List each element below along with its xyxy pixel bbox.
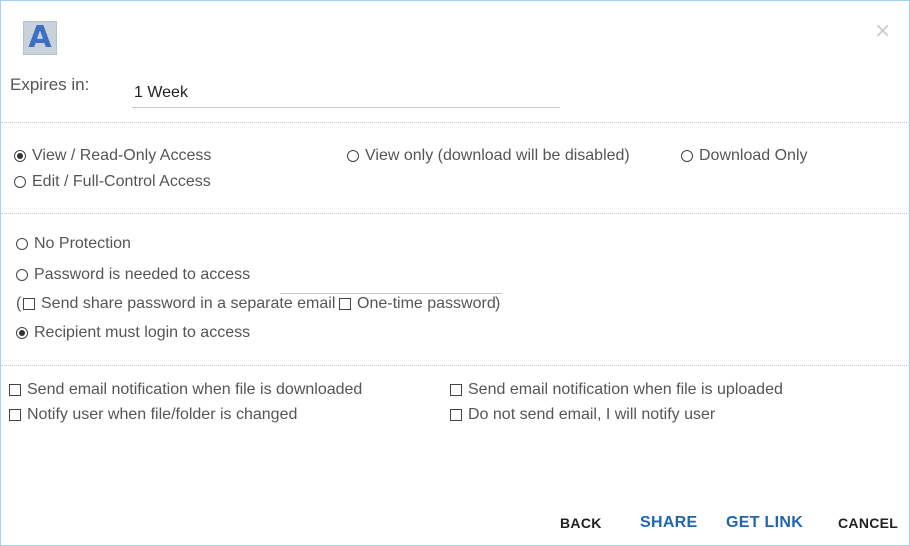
radio-label: No Protection xyxy=(34,235,131,252)
checkbox-label: Send email notification when file is upl… xyxy=(468,381,783,398)
radio-password-needed[interactable]: Password is needed to access xyxy=(16,266,250,284)
share-dialog: A × Expires in: View / Read-Only Access … xyxy=(0,0,910,546)
checkbox-no-email[interactable]: Do not send email, I will notify user xyxy=(450,406,715,424)
expires-label: Expires in: xyxy=(10,75,90,94)
checkbox-icon xyxy=(9,384,21,396)
radio-recipient-login[interactable]: Recipient must login to access xyxy=(16,324,250,342)
radio-label: View only (download will be disabled) xyxy=(365,147,630,164)
expires-input[interactable] xyxy=(132,79,560,108)
radio-view-read-only[interactable]: View / Read-Only Access xyxy=(14,147,211,165)
radio-label: Edit / Full-Control Access xyxy=(32,173,211,190)
checkbox-icon xyxy=(339,298,351,310)
radio-unselected-icon xyxy=(681,150,693,162)
close-icon[interactable]: × xyxy=(874,20,891,40)
radio-download-only[interactable]: Download Only xyxy=(681,147,808,165)
radio-label: View / Read-Only Access xyxy=(32,147,212,164)
get-link-button[interactable]: GET LINK xyxy=(726,514,803,532)
checkbox-label: Do not send email, I will notify user xyxy=(468,406,716,423)
radio-unselected-icon xyxy=(16,269,28,281)
checkbox-icon xyxy=(9,409,21,421)
share-button[interactable]: SHARE xyxy=(640,514,698,532)
radio-label: Download Only xyxy=(699,147,808,164)
radio-unselected-icon xyxy=(347,150,359,162)
radio-label: Password is needed to access xyxy=(34,266,251,283)
section-divider xyxy=(1,213,909,214)
checkbox-icon xyxy=(450,384,462,396)
checkbox-label: Send email notification when file is dow… xyxy=(27,381,363,398)
section-divider xyxy=(1,122,909,123)
checkbox-label: Notify user when file/folder is changed xyxy=(27,406,298,423)
radio-unselected-icon xyxy=(14,176,26,188)
radio-edit-full-control[interactable]: Edit / Full-Control Access xyxy=(14,173,211,191)
app-logo-icon: A xyxy=(23,21,57,55)
radio-no-protection[interactable]: No Protection xyxy=(16,235,131,253)
radio-label: Recipient must login to access xyxy=(34,324,251,341)
checkbox-label: One-time password xyxy=(357,295,496,312)
checkbox-notify-change[interactable]: Notify user when file/folder is changed xyxy=(9,406,297,424)
back-button[interactable]: BACK xyxy=(560,515,602,531)
checkbox-icon xyxy=(450,409,462,421)
section-divider xyxy=(1,365,909,366)
checkbox-one-time-password[interactable]: One-time password xyxy=(339,295,496,313)
close-paren: ) xyxy=(495,295,501,312)
cancel-button[interactable]: CANCEL xyxy=(838,515,898,531)
checkbox-notify-download[interactable]: Send email notification when file is dow… xyxy=(9,381,362,399)
checkbox-icon xyxy=(23,298,35,310)
checkbox-send-password-separately[interactable]: Send share password in a separate email xyxy=(23,295,335,313)
radio-view-only-no-download[interactable]: View only (download will be disabled) xyxy=(347,147,630,165)
radio-selected-icon xyxy=(14,150,26,162)
radio-unselected-icon xyxy=(16,238,28,250)
password-input[interactable] xyxy=(280,269,502,294)
checkbox-label: Send share password in a separate email xyxy=(41,295,336,312)
radio-selected-icon xyxy=(16,327,28,339)
checkbox-notify-upload[interactable]: Send email notification when file is upl… xyxy=(450,381,783,399)
open-paren: ( xyxy=(16,295,22,312)
